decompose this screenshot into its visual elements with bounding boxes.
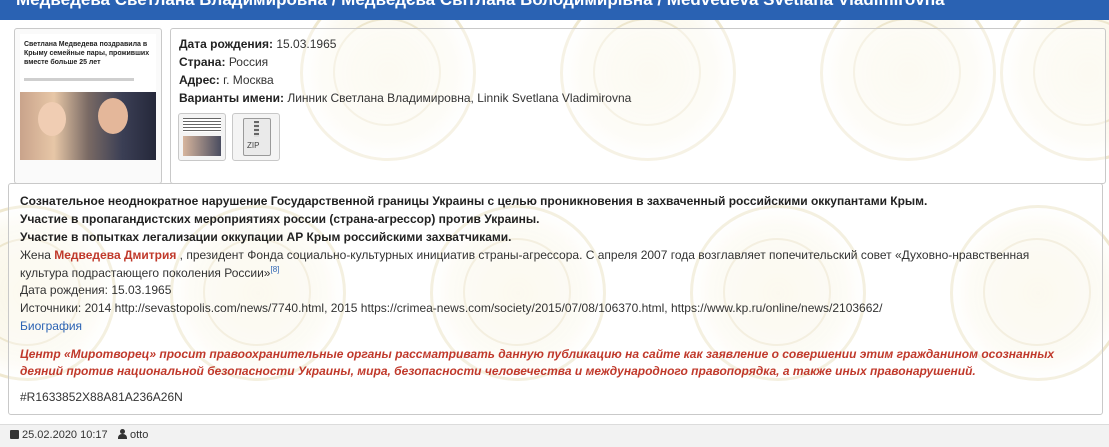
spouse-row: Жена Медведева Дмитрия , президент Фонда… [20,248,1029,262]
biography-link[interactable]: Биография [20,319,82,333]
post-date: 25.02.2020 10:17 [22,429,108,441]
description-line-3: Участие в попытках легализации оккупации… [20,230,512,244]
spouse-text: , президент Фонда социально-культурных и… [176,248,1030,262]
footer-author: otto [118,429,148,441]
source-link-1[interactable]: http://sevastopolis.com/news/7740.html [115,301,324,315]
record-id: #R1633852X88A81A236A26N [20,390,183,404]
sources-row: Источники: 2014 http://sevastopolis.com/… [20,301,882,315]
spouse-text-2: культура подрастающего поколения России» [20,266,271,280]
address-label: Адрес: [179,73,220,87]
thumbnail-image [183,136,221,156]
address-row: Адрес: г. Москва [179,73,274,87]
source-link-2[interactable]: https://crimea-news.com/society/2015/07/… [361,301,665,315]
birth-date-text: Дата рождения: 15.03.1965 [20,283,172,297]
thumbnail-text [183,118,221,132]
description-line-2: Участие в пропагандистских мероприятиях … [20,212,540,226]
footnote-link[interactable]: [8] [270,265,279,274]
description-panel: Сознательное неоднократное нарушение Гос… [8,183,1103,415]
source-link-3[interactable]: https://www.kp.ru/online/news/2103662/ [671,301,882,315]
warning-text: Центр «Миротворец» просит правоохранител… [20,347,1055,378]
photo-thumbnail[interactable] [178,113,226,161]
photo-subtext [24,78,134,81]
birth-label: Дата рождения: [179,37,274,51]
birth-row: Дата рождения: 15.03.1965 [179,37,336,51]
sources-prefix: Источники: 2014 [20,301,115,315]
profile-photo[interactable]: Светлана Медведева поздравила в Крыму се… [14,28,162,184]
zip-download[interactable]: ZIP [232,113,280,161]
zip-icon: ZIP [243,118,271,156]
page-title: Медведева Светлана Владимировна / Медвед… [16,0,945,10]
profile-card: Светлана Медведева поздравила в Крыму се… [8,24,1106,184]
zipper-icon [254,121,259,137]
user-icon [118,429,127,439]
calendar-icon [10,430,19,439]
country-row: Страна: Россия [179,55,268,69]
birth-value: 15.03.1965 [276,37,337,51]
address-value: г. Москва [223,73,274,87]
photo-headline: Светлана Медведева поздравила в Крыму се… [24,41,150,66]
names-value: Линник Светлана Владимировна, Linnik Sve… [287,91,632,105]
photo-image: Светлана Медведева поздравила в Крыму се… [20,34,156,160]
post-author[interactable]: otto [130,429,148,441]
description-line-1: Сознательное неоднократное нарушение Гос… [20,194,928,208]
zip-label: ZIP [247,141,260,150]
face-right [98,98,128,134]
footer-date: 25.02.2020 10:17 [10,429,108,441]
spouse-row-2: культура подрастающего поколения России»… [20,265,279,280]
sources-separator-2: , [664,301,671,315]
names-row: Варианты имени: Линник Светлана Владимир… [179,91,631,105]
photo-picture [20,92,156,160]
spouse-link[interactable]: Медведева Дмитрия [54,248,176,262]
sources-separator-1: , 2015 [324,301,361,315]
page-header: Медведева Светлана Владимировна / Медвед… [0,0,1109,20]
spouse-prefix: Жена [20,248,55,262]
details-panel: Дата рождения: 15.03.1965 Страна: Россия… [170,28,1106,184]
post-footer: 25.02.2020 10:17 otto [0,424,1109,447]
names-label: Варианты имени: [179,91,284,105]
face-left [38,102,66,136]
country-label: Страна: [179,55,226,69]
country-value: Россия [228,55,269,69]
